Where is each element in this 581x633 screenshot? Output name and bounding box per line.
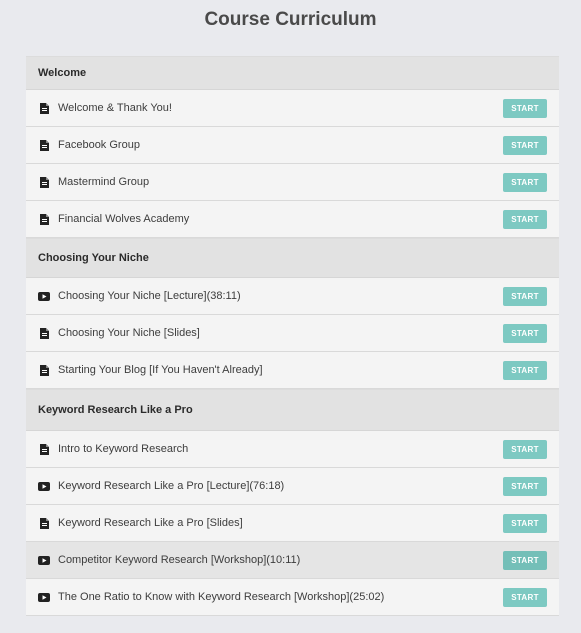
document-icon <box>38 443 50 455</box>
start-button[interactable]: START <box>503 513 547 533</box>
start-button[interactable]: START <box>503 172 547 192</box>
lesson-item[interactable]: Starting Your Blog [If You Haven't Alrea… <box>26 352 559 389</box>
section-header: Welcome <box>26 56 559 90</box>
section-header: Choosing Your Niche <box>26 238 559 278</box>
lesson-title: Choosing Your Niche [Slides] <box>58 327 200 339</box>
section-welcome: Welcome Welcome & Thank You! START Faceb… <box>26 56 559 238</box>
document-icon <box>38 327 50 339</box>
course-curriculum: Welcome Welcome & Thank You! START Faceb… <box>26 56 559 616</box>
document-icon <box>38 139 50 151</box>
lesson-title: Mastermind Group <box>58 176 150 188</box>
lesson-item[interactable]: Facebook Group START <box>26 127 559 164</box>
start-button[interactable]: START <box>503 439 547 459</box>
video-icon <box>38 554 50 566</box>
start-button[interactable]: START <box>503 286 547 306</box>
lesson-title: Competitor Keyword Research [Workshop](1… <box>58 554 301 566</box>
video-icon <box>38 290 50 302</box>
start-button[interactable]: START <box>503 587 547 607</box>
lesson-title: Choosing Your Niche [Lecture](38:11) <box>58 290 241 302</box>
video-icon <box>38 591 50 603</box>
lesson-item[interactable]: Mastermind Group START <box>26 164 559 201</box>
lesson-item[interactable]: Keyword Research Like a Pro [Lecture](76… <box>26 468 559 505</box>
start-button[interactable]: START <box>503 360 547 380</box>
lesson-title: Keyword Research Like a Pro [Slides] <box>58 517 243 529</box>
lesson-item[interactable]: The One Ratio to Know with Keyword Resea… <box>26 579 559 616</box>
document-icon <box>38 102 50 114</box>
document-icon <box>38 517 50 529</box>
start-button[interactable]: START <box>503 135 547 155</box>
lesson-title: Intro to Keyword Research <box>58 443 189 455</box>
start-button[interactable]: START <box>503 323 547 343</box>
lesson-item[interactable]: Keyword Research Like a Pro [Slides] STA… <box>26 505 559 542</box>
lesson-title: Financial Wolves Academy <box>58 213 190 225</box>
lesson-item[interactable]: Intro to Keyword Research START <box>26 431 559 468</box>
document-icon <box>38 364 50 376</box>
lesson-title: Starting Your Blog [If You Haven't Alrea… <box>58 364 263 376</box>
start-button[interactable]: START <box>503 209 547 229</box>
lesson-item[interactable]: Choosing Your Niche [Lecture](38:11) STA… <box>26 278 559 315</box>
lesson-title: Welcome & Thank You! <box>58 102 172 114</box>
section-header: Keyword Research Like a Pro <box>26 389 559 431</box>
video-icon <box>38 480 50 492</box>
lesson-item[interactable]: Competitor Keyword Research [Workshop](1… <box>26 542 559 579</box>
start-button[interactable]: START <box>503 476 547 496</box>
lesson-title: The One Ratio to Know with Keyword Resea… <box>58 591 385 603</box>
lesson-item[interactable]: Choosing Your Niche [Slides] START <box>26 315 559 352</box>
start-button[interactable]: START <box>503 98 547 118</box>
section-keyword-research: Keyword Research Like a Pro Intro to Key… <box>26 389 559 616</box>
lesson-item[interactable]: Financial Wolves Academy START <box>26 201 559 238</box>
start-button[interactable]: START <box>503 550 547 570</box>
document-icon <box>38 176 50 188</box>
lesson-title: Keyword Research Like a Pro [Lecture](76… <box>58 480 285 492</box>
document-icon <box>38 213 50 225</box>
lesson-title: Facebook Group <box>58 139 140 151</box>
lesson-item[interactable]: Welcome & Thank You! START <box>26 90 559 127</box>
page-title: Course Curriculum <box>204 9 377 30</box>
section-choosing-your-niche: Choosing Your Niche Choosing Your Niche … <box>26 238 559 389</box>
